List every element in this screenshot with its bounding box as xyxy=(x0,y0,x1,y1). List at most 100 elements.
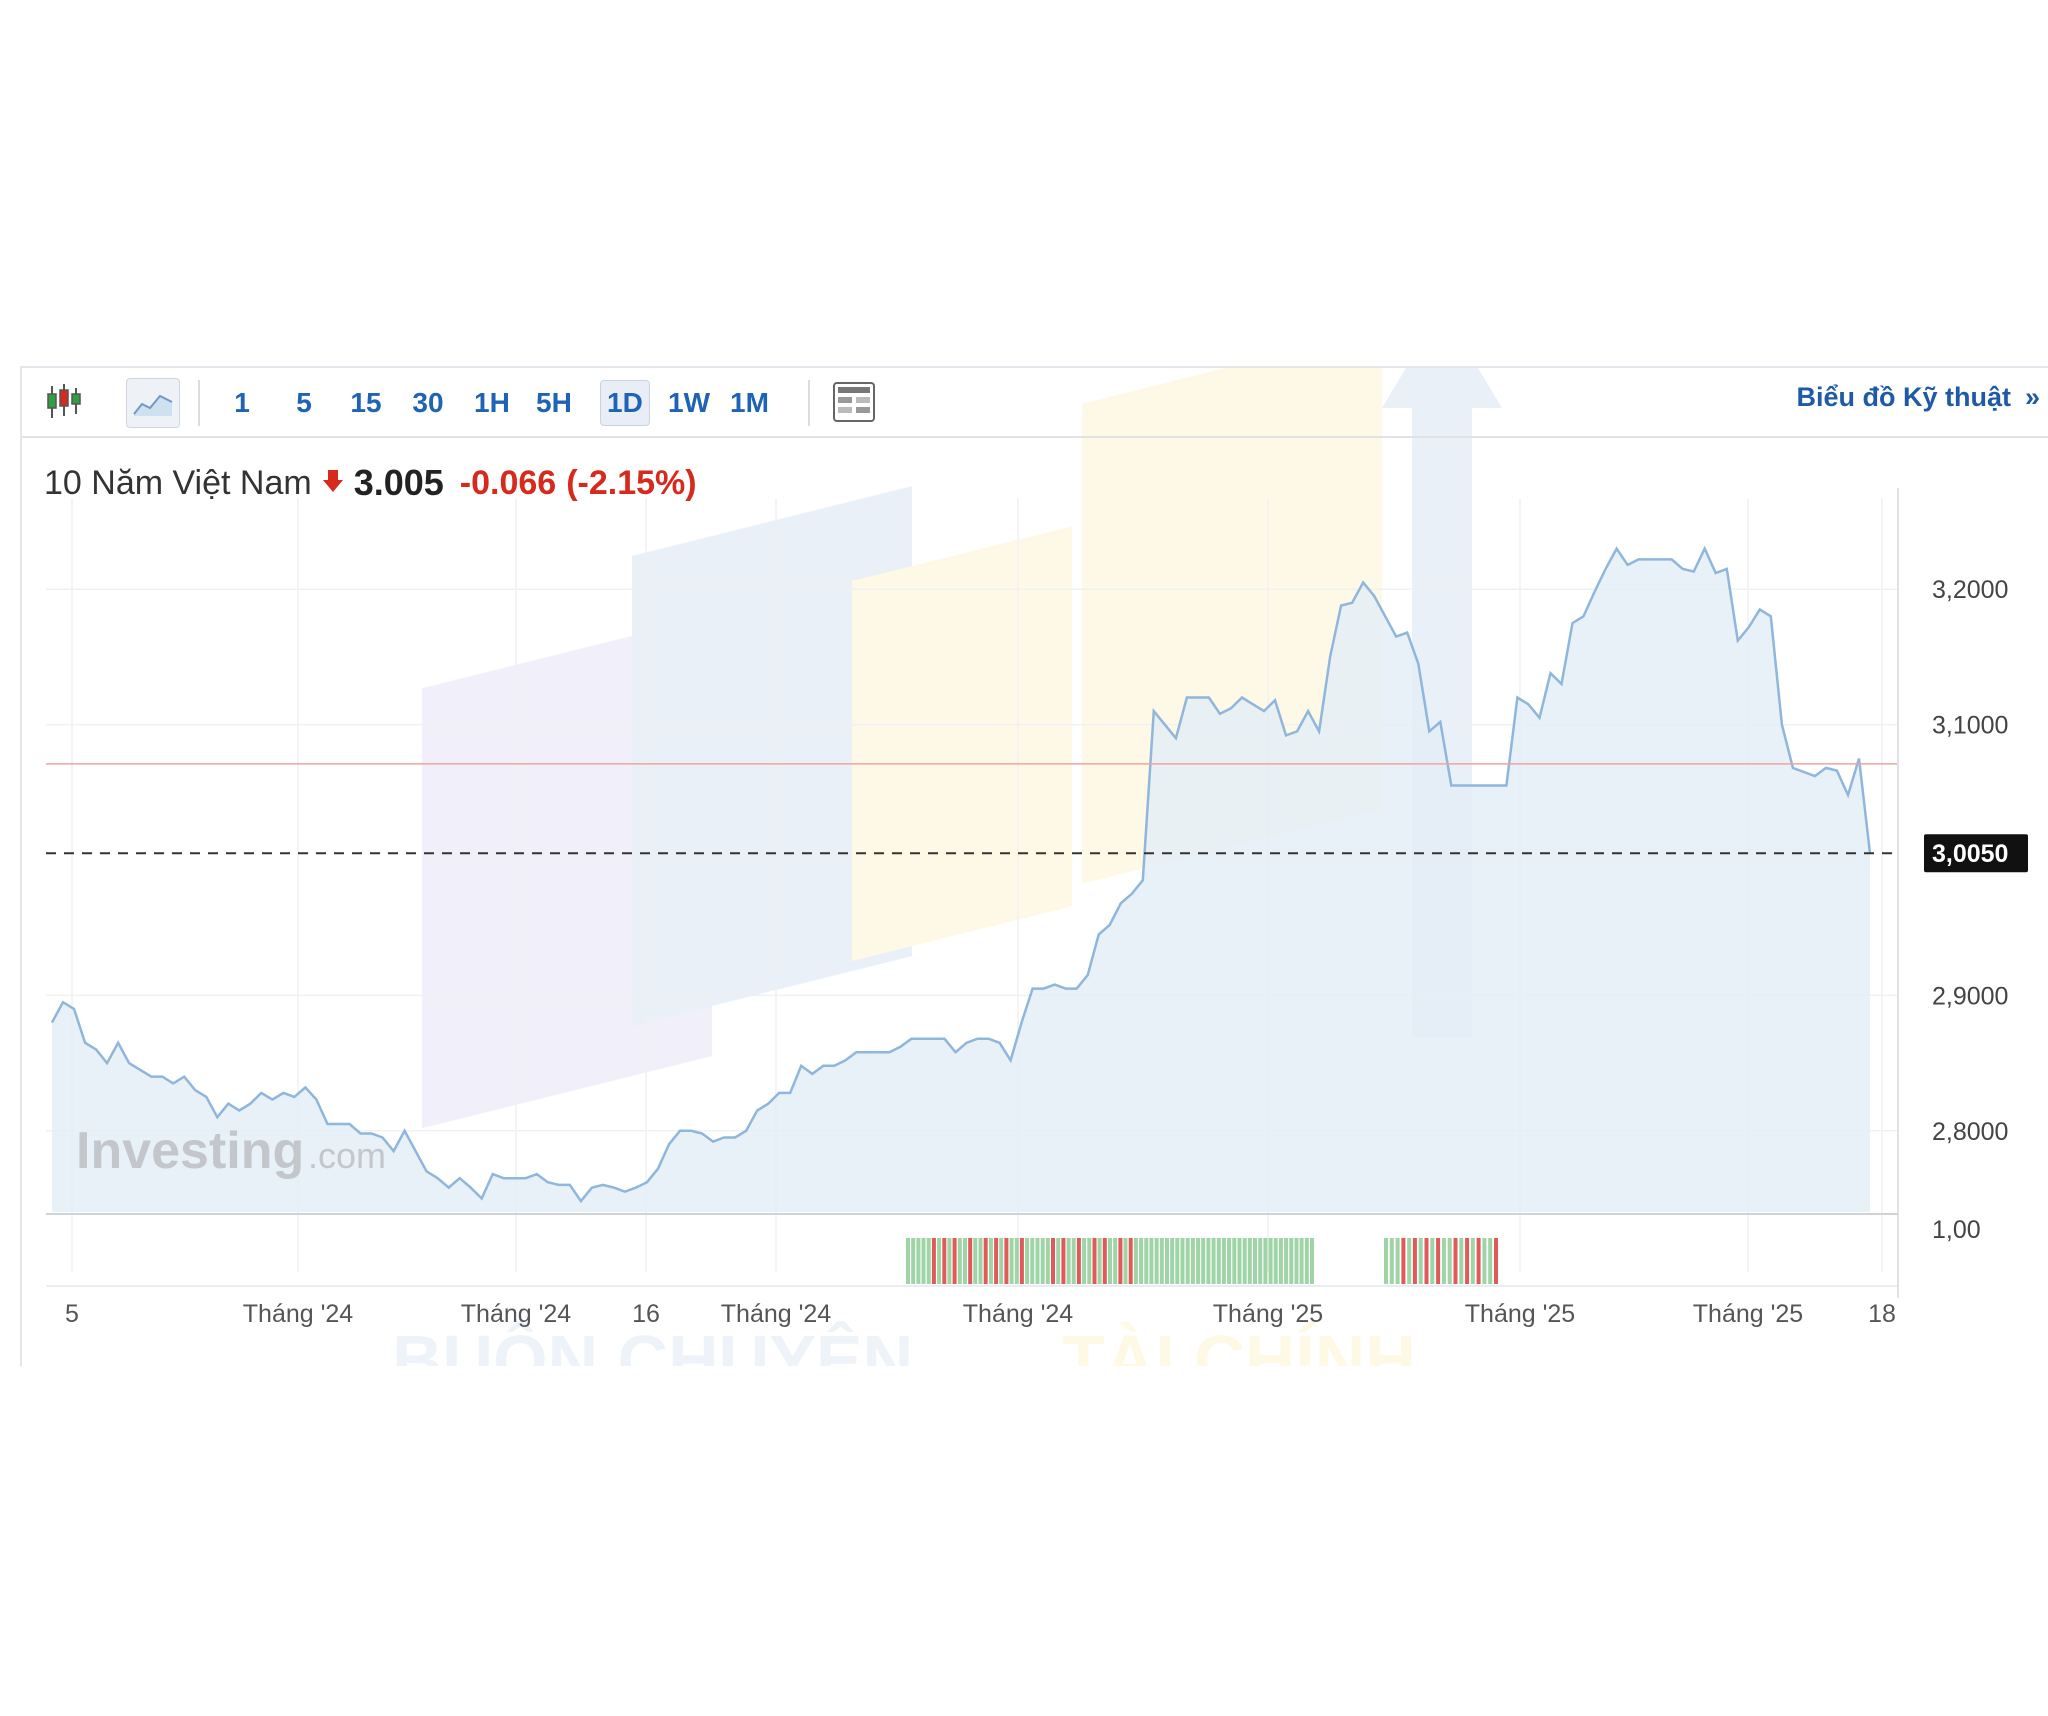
volume-bar xyxy=(1009,1238,1014,1284)
candlestick-icon[interactable] xyxy=(40,378,88,426)
interval-30[interactable]: 30 xyxy=(406,380,450,426)
volume-bar xyxy=(1476,1238,1481,1284)
volume-bar xyxy=(1190,1238,1195,1284)
volume-bar xyxy=(1453,1238,1458,1284)
volume-bar xyxy=(1180,1238,1185,1284)
volume-bar xyxy=(1278,1238,1283,1284)
volume-bar xyxy=(1165,1238,1169,1284)
volume-bar xyxy=(1019,1238,1024,1284)
interval-1m[interactable]: 1M xyxy=(724,380,775,426)
volume-bar xyxy=(1494,1238,1498,1284)
volume-bar xyxy=(957,1238,962,1284)
volume-bar xyxy=(911,1238,916,1284)
volume-bar xyxy=(1407,1238,1412,1284)
volume-bar xyxy=(1304,1238,1309,1284)
volume-bar xyxy=(1273,1238,1278,1284)
y-tick-label: 2,8000 xyxy=(1932,1118,2008,1146)
volume-bar xyxy=(1436,1238,1441,1284)
volume-bar xyxy=(1102,1238,1107,1284)
investing-watermark-suffix: .com xyxy=(308,1135,386,1176)
chart-canvas: 3,2000 3,1000 2,9000 2,8000 3,0050 1,00 5 Tháng… xyxy=(46,368,2028,1366)
technical-chart-label: Biểu đồ Kỹ thuật xyxy=(1796,382,2011,412)
chart-toolbar: 1 5 15 30 1H 5H 1D 1W 1M Biểu đồ Kỹ thuậ… xyxy=(22,368,2048,438)
volume-bar xyxy=(1412,1238,1417,1284)
volume-bar xyxy=(1237,1238,1242,1284)
volume-bar xyxy=(1488,1238,1493,1284)
y-tick-label: 3,1000 xyxy=(1932,712,2008,740)
volume-bar xyxy=(1395,1238,1400,1284)
volume-bar xyxy=(988,1238,993,1284)
volume-bar xyxy=(1247,1238,1252,1284)
volume-bar xyxy=(1025,1238,1030,1284)
volume-bar xyxy=(1092,1238,1097,1284)
toolbar-separator xyxy=(198,380,200,426)
volume-bar xyxy=(1154,1238,1159,1284)
volume-bar xyxy=(978,1238,983,1284)
chevron-right-icon: » xyxy=(2024,382,2040,412)
y-tick-label: 3,2000 xyxy=(1932,576,2008,604)
layout-icon[interactable] xyxy=(830,378,878,426)
volume-bar xyxy=(1465,1238,1470,1284)
volume-bar xyxy=(952,1238,957,1284)
interval-5[interactable]: 5 xyxy=(282,380,326,426)
overlay-text-tai-chinh: TÀI CHÍNH xyxy=(1062,1321,1416,1366)
watermark-block-t xyxy=(852,526,1072,962)
technical-chart-link[interactable]: Biểu đồ Kỹ thuật » xyxy=(1796,382,2040,413)
volume-bar xyxy=(1211,1238,1216,1284)
volume-bar xyxy=(1185,1238,1190,1284)
volume-bar xyxy=(1294,1238,1299,1284)
volume-bar xyxy=(931,1238,936,1284)
volume-bar xyxy=(1040,1238,1045,1284)
interval-5h[interactable]: 5H xyxy=(530,380,578,426)
volume-bar xyxy=(968,1238,973,1284)
interval-1h[interactable]: 1H xyxy=(468,380,516,426)
volume-bar xyxy=(1482,1238,1487,1284)
volume-bar xyxy=(1144,1238,1149,1284)
volume-bar xyxy=(1097,1238,1102,1284)
volume-bar xyxy=(1004,1238,1009,1284)
volume-bar xyxy=(916,1238,921,1284)
interval-1w[interactable]: 1W xyxy=(662,380,716,426)
volume-bar xyxy=(921,1238,926,1284)
volume-bar xyxy=(1139,1238,1144,1284)
volume-bar xyxy=(983,1238,988,1284)
volume-bar xyxy=(1108,1238,1112,1284)
interval-1d[interactable]: 1D xyxy=(600,380,650,426)
instrument-name: 10 Năm Việt Nam xyxy=(44,463,312,502)
volume-bar xyxy=(1459,1238,1464,1284)
volume-bar xyxy=(1149,1238,1154,1284)
volume-bar xyxy=(1035,1238,1040,1284)
volume-bar xyxy=(1159,1238,1164,1284)
overlay-text-buon-chuyen: BUÔN CHUYỆN xyxy=(392,1320,913,1366)
x-tick-label: Tháng '25 xyxy=(1465,1300,1575,1328)
volume-bar xyxy=(942,1238,947,1284)
volume-y-label: 1,00 xyxy=(1932,1216,1981,1244)
volume-bar xyxy=(1056,1238,1061,1284)
volume-bar xyxy=(1128,1238,1133,1284)
interval-1[interactable]: 1 xyxy=(220,380,264,426)
volume-bar xyxy=(1227,1238,1232,1284)
volume-bar xyxy=(1087,1238,1092,1284)
investing-watermark: Investing xyxy=(76,1122,304,1180)
volume-bar xyxy=(1284,1238,1289,1284)
volume-bar xyxy=(1268,1238,1273,1284)
volume-bar xyxy=(1447,1238,1452,1284)
volume-bar xyxy=(1424,1238,1429,1284)
volume-bar xyxy=(906,1238,910,1284)
volume-bar xyxy=(1470,1238,1475,1284)
volume-bar xyxy=(947,1238,952,1284)
volume-bar xyxy=(1418,1238,1423,1284)
area-chart-icon[interactable] xyxy=(126,378,180,428)
volume-bar xyxy=(1263,1238,1268,1284)
volume-bar xyxy=(994,1238,999,1284)
volume-bar xyxy=(1066,1238,1071,1284)
volume-bar xyxy=(1051,1238,1055,1284)
volume-bar xyxy=(1045,1238,1050,1284)
volume-bar xyxy=(1289,1238,1294,1284)
volume-bar xyxy=(1123,1238,1128,1284)
volume-bar xyxy=(1118,1238,1123,1284)
volume-bar xyxy=(1242,1238,1247,1284)
interval-15[interactable]: 15 xyxy=(344,380,388,426)
chart-widget: 3,2000 3,1000 2,9000 2,8000 3,0050 1,00 5 Tháng… xyxy=(20,366,2048,1366)
volume-bar xyxy=(1082,1238,1087,1284)
